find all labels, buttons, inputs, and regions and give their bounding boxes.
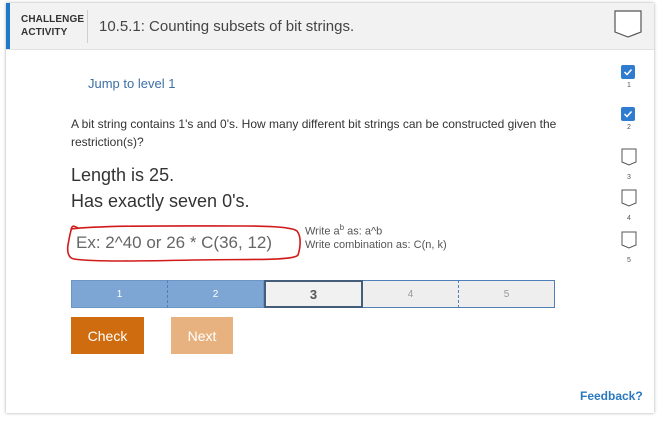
side-level-number: 4 [627,215,631,222]
checkbox-checked-icon [621,107,635,121]
level-3-segment[interactable]: 3 [264,280,363,308]
completion-badge-icon [614,10,642,38]
checkmark-icon [623,110,633,118]
badge-outline-icon [621,148,637,166]
hint-power-prefix: Write a [305,225,340,238]
side-level-number: 2 [627,124,631,131]
activity-title: 10.5.1: Counting subsets of bit strings. [99,18,355,35]
hint-power-suffix: as: a^b [344,225,383,238]
restriction-zeros: Has exactly seven 0's. [71,191,250,211]
tag-line-2: ACTIVITY [21,27,68,38]
level-5-segment: 5 [459,280,555,308]
side-level-number: 5 [627,257,631,264]
challenge-header: CHALLENGE ACTIVITY 10.5.1: Counting subs… [6,3,654,50]
level-2-segment[interactable]: 2 [168,280,264,308]
checkbox-checked-icon [621,65,635,79]
checkmark-icon [623,68,633,76]
hint-power: Write ab as: a^b [305,223,382,238]
side-level-2: 2 [621,107,637,131]
level-progress-bar: 1 2 3 4 5 [71,280,555,308]
jump-to-level-link[interactable]: Jump to level 1 [88,76,175,91]
side-level-1: 1 [621,65,637,89]
challenge-activity-tag: CHALLENGE ACTIVITY [21,13,84,39]
restriction-length: Length is 25. [71,165,175,185]
header-divider [87,10,88,43]
header-accent-bar [6,3,10,49]
next-button[interactable]: Next [171,317,233,354]
question-prompt: A bit string contains 1's and 0's. How m… [71,117,557,149]
red-annotation-scribble [66,225,301,262]
side-level-number: 3 [627,174,631,181]
badge-outline-icon [621,231,637,249]
level-4-segment: 4 [363,280,459,308]
check-button[interactable]: Check [71,317,144,354]
side-level-number: 1 [627,82,631,89]
level-1-segment[interactable]: 1 [71,280,168,308]
badge-outline-icon [621,189,637,207]
hint-combination: Write combination as: C(n, k) [305,239,447,251]
side-level-4: 4 [621,189,637,222]
side-level-3: 3 [621,148,637,181]
tag-line-1: CHALLENGE [21,14,85,25]
feedback-link[interactable]: Feedback? [580,389,643,403]
side-level-5: 5 [621,231,637,264]
